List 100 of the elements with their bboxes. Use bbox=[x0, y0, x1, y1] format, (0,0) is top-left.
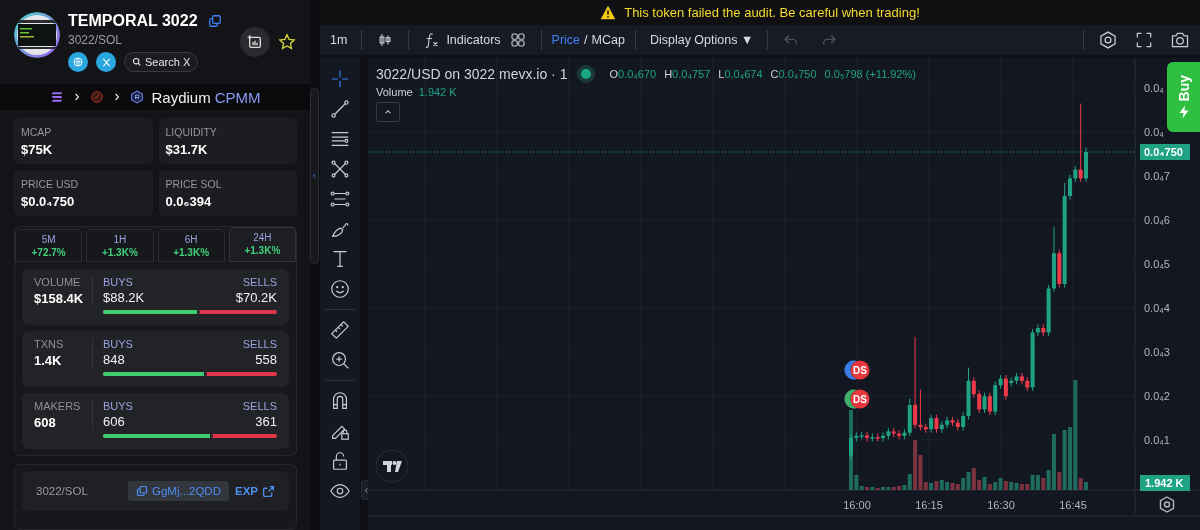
price-axis-label: 0.0₄4 bbox=[1144, 302, 1170, 314]
logo-icon[interactable] bbox=[375, 449, 409, 483]
timeframe-label: 24H bbox=[252, 232, 273, 243]
parallel-lines-icon bbox=[329, 188, 351, 210]
metric-total: $158.4K bbox=[34, 291, 85, 306]
stat-label: LIQUIDITY bbox=[165, 126, 218, 138]
pattern-icon bbox=[329, 158, 351, 180]
price-axis-label: 0.0₄5 bbox=[1144, 258, 1170, 270]
price-change: 0.0₅798 (+11.92%) bbox=[824, 68, 916, 80]
separator-slash: / bbox=[584, 32, 588, 47]
token-icon bbox=[89, 89, 106, 105]
buys-label: BUYS bbox=[103, 338, 133, 350]
timeframe-tab[interactable]: 1H +1.3K% bbox=[86, 229, 154, 262]
x-icon bbox=[100, 56, 112, 68]
timeframe-label: 6H bbox=[183, 234, 199, 245]
ohlc-value: C0.0₄750 bbox=[770, 68, 817, 80]
timeframe-tab[interactable]: 6H +1.3K% bbox=[157, 229, 225, 262]
buys-value: 848 bbox=[103, 352, 125, 367]
ohlc-value: L0.0₄674 bbox=[718, 68, 763, 80]
add-chart-button[interactable] bbox=[240, 27, 270, 57]
time-axis-label: 16:30 bbox=[987, 499, 1015, 511]
metric-label: VOLUME bbox=[34, 276, 82, 288]
market-status-dot bbox=[581, 69, 592, 79]
timeframe-label: 1H bbox=[112, 234, 128, 245]
volume-label: Volume bbox=[376, 86, 413, 98]
trade-marker[interactable]: DS bbox=[850, 360, 870, 380]
star-icon[interactable] bbox=[278, 33, 296, 51]
price-change: +1.3K% bbox=[100, 247, 139, 258]
stat-label: PRICE SOL bbox=[165, 178, 223, 190]
time-axis-label: 16:45 bbox=[1059, 499, 1087, 511]
sells-label: SELLS bbox=[242, 338, 277, 350]
indicators-button[interactable]: Indicators bbox=[419, 27, 505, 52]
audit-warning: This token failed the audit. Be careful when trading! bbox=[624, 4, 920, 20]
stat-label: PRICE USD bbox=[21, 178, 80, 190]
buys-value: 606 bbox=[103, 414, 125, 429]
price-axis-label: 0.0₄6 bbox=[1144, 214, 1170, 226]
price-mode-toggle[interactable]: MCap bbox=[591, 32, 625, 47]
ohlc-value: H0.0₄757 bbox=[664, 68, 711, 80]
metric-label: TXNS bbox=[34, 338, 65, 350]
volume-value: 1.942 K bbox=[418, 86, 457, 98]
x-profile-button[interactable] bbox=[96, 52, 116, 72]
external-link-icon bbox=[262, 484, 275, 498]
copy-icon bbox=[135, 485, 148, 497]
sells-label: SELLS bbox=[242, 400, 277, 412]
dex-name: Raydium bbox=[151, 88, 211, 106]
settings-icon[interactable] bbox=[1159, 496, 1175, 513]
trade-marker[interactable]: DS bbox=[850, 389, 870, 409]
website-button[interactable] bbox=[68, 52, 88, 72]
price-change: +1.3K% bbox=[172, 247, 211, 258]
search-x-button[interactable]: Search X bbox=[124, 52, 199, 72]
settings-icon bbox=[1098, 29, 1118, 50]
grid-icon bbox=[508, 30, 527, 49]
volume-tag: 1.942 K bbox=[1140, 475, 1190, 491]
price-change: +72.7% bbox=[30, 247, 67, 258]
chevron-left-icon bbox=[362, 486, 370, 494]
price-axis-label: 0.0₄3 bbox=[1144, 346, 1170, 358]
time-axis-label: 16:00 bbox=[843, 499, 871, 511]
search-icon bbox=[132, 57, 142, 67]
sells-value: 558 bbox=[255, 352, 277, 367]
smiley-icon bbox=[329, 278, 351, 300]
crosshair-icon bbox=[329, 68, 351, 90]
metric-label: MAKERS bbox=[34, 400, 82, 412]
price-axis-label: 0.0₄2 bbox=[1144, 390, 1170, 402]
chart-plus-icon bbox=[247, 34, 263, 50]
buys-value: $88.2K bbox=[103, 290, 145, 305]
warning-icon bbox=[600, 4, 617, 20]
chart-symbol: 3022/USD on 3022 mevx.io · 1 bbox=[376, 66, 568, 82]
globe-icon bbox=[72, 56, 84, 68]
trend-line-icon bbox=[329, 98, 351, 120]
display-options-button[interactable]: Display Options ▼ bbox=[645, 29, 758, 50]
stat-value: $31.7K bbox=[165, 142, 209, 157]
address-button[interactable]: GgMj...2QDD bbox=[127, 481, 229, 501]
timeframe-tab[interactable]: 24H +1.3K% bbox=[228, 227, 296, 262]
collapse-handle[interactable] bbox=[310, 88, 319, 264]
metric-total: 608 bbox=[34, 415, 57, 430]
ruler-icon bbox=[329, 319, 351, 341]
stat-value: $0.0₄750 bbox=[21, 194, 76, 209]
last-price-tag: 0.0₄750 bbox=[1140, 144, 1190, 160]
price-axis-label: 0.0₄ bbox=[1144, 82, 1164, 94]
sells-label: SELLS bbox=[242, 276, 277, 288]
stat-value: $75K bbox=[21, 142, 54, 157]
metric-total: 1.4K bbox=[34, 353, 63, 368]
copy-icon bbox=[207, 14, 222, 28]
price-axis-label: 0.0₄ bbox=[1144, 126, 1164, 138]
timeframe-tab[interactable]: 5M +72.7% bbox=[15, 229, 83, 262]
time-axis-label: 16:15 bbox=[915, 499, 943, 511]
stat-label: MCAP bbox=[21, 126, 53, 138]
sells-value: $70.2K bbox=[235, 290, 277, 305]
sells-value: 361 bbox=[255, 414, 277, 429]
price-mode-toggle[interactable]: Price bbox=[551, 32, 581, 47]
lightning-icon bbox=[1177, 105, 1190, 120]
price-change: +1.3K% bbox=[243, 245, 282, 256]
token-name: TEMPORAL 3022 bbox=[68, 12, 198, 30]
explorer-link[interactable]: EXP bbox=[235, 484, 275, 498]
buys-label: BUYS bbox=[103, 400, 133, 412]
price-axis-label: 0.0₄1 bbox=[1144, 434, 1170, 446]
interval-button[interactable]: 1m bbox=[326, 29, 352, 50]
price-axis-label: 0.0₄7 bbox=[1144, 170, 1170, 182]
hexagon-icon bbox=[129, 89, 146, 105]
zoom-in-icon bbox=[329, 349, 351, 371]
